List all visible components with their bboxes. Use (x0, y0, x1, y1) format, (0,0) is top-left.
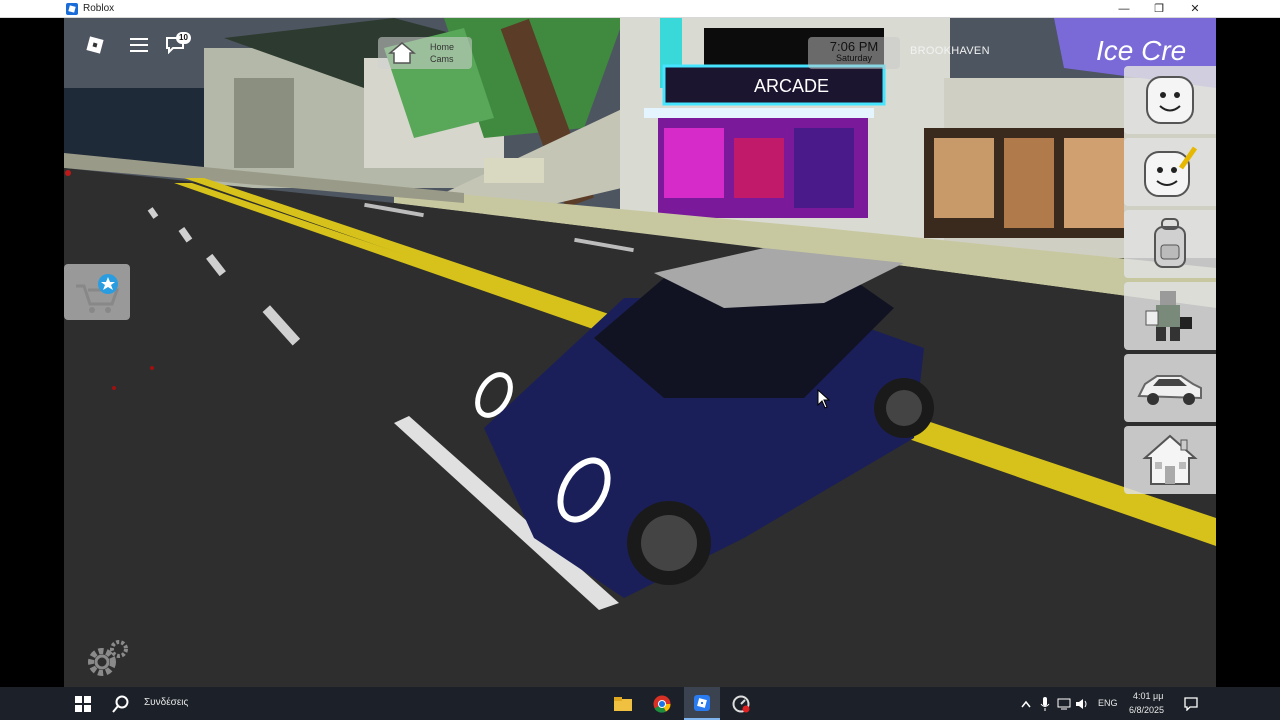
tray-network[interactable] (1056, 687, 1072, 720)
settings-button[interactable] (84, 638, 130, 680)
folder-icon (614, 696, 632, 711)
chevron-up-icon (1021, 700, 1031, 707)
window-titlebar: Roblox — ❐ ✕ (0, 0, 1280, 18)
game-clock: 7:06 PM Saturday (808, 37, 900, 69)
language-indicator[interactable]: ENG (1098, 698, 1118, 708)
clock-date[interactable]: 6/8/2025 (1129, 705, 1164, 715)
clock-time: 7:06 PM (829, 39, 879, 54)
search-button[interactable] (106, 687, 136, 720)
microphone-icon (1040, 696, 1050, 711)
window-title: Roblox (83, 3, 115, 14)
recorder-icon (732, 695, 750, 712)
place-name: BROOKHAVEN (910, 45, 990, 57)
tray-overflow-button[interactable] (1018, 687, 1034, 720)
search-icon (112, 695, 129, 713)
restore-button[interactable]: ❐ (1141, 0, 1177, 18)
close-button[interactable]: ✕ (1177, 0, 1213, 18)
game-scene: ARCADE Ice Cre (64, 18, 1216, 687)
clock-time[interactable]: 4:01 μμ (1133, 691, 1163, 701)
roleplay-character-icon (1145, 291, 1192, 341)
home-icon (388, 42, 416, 64)
chrome-icon (653, 695, 671, 713)
hamburger-menu-button[interactable] (124, 30, 154, 60)
roblox-taskbar-icon (694, 694, 710, 711)
home-cams-label-2: Cams (430, 54, 454, 64)
tray-microphone[interactable] (1037, 687, 1053, 720)
action-center-button[interactable] (1178, 687, 1204, 720)
home-cams-label-1: Home (430, 42, 455, 52)
side-roleplay-button[interactable] (1124, 282, 1216, 350)
arcade-sign: ARCADE (754, 76, 829, 96)
taskbar-chrome[interactable] (645, 687, 679, 720)
tray-volume[interactable] (1074, 687, 1090, 720)
car-icon (1137, 375, 1202, 405)
search-label[interactable]: Συνδέσεις (144, 697, 188, 708)
start-button[interactable] (66, 687, 100, 720)
backpack-icon (1154, 218, 1186, 268)
taskbar-file-explorer[interactable] (606, 687, 640, 720)
shopping-cart-icon (76, 274, 120, 313)
side-backpack-button[interactable] (1124, 210, 1216, 278)
speaker-icon (1076, 698, 1087, 709)
hamburger-icon (130, 38, 148, 52)
side-vehicle-button[interactable] (1124, 354, 1216, 422)
network-icon (1057, 698, 1071, 709)
windows-logo-icon (75, 695, 91, 712)
avatar-editor-icon (1144, 146, 1198, 197)
windows-taskbar: Συνδέσεις ENG 4:01 μμ 6/8/2025 (0, 687, 1280, 720)
game-viewport[interactable]: ARCADE Ice Cre (64, 18, 1216, 687)
roblox-logo-icon (86, 36, 104, 54)
side-menu (1124, 66, 1216, 498)
home-cams-button[interactable]: Home Cams (378, 37, 472, 69)
mouse-cursor-icon (817, 389, 831, 409)
shop-button[interactable] (64, 264, 130, 320)
side-avatar-button[interactable] (1124, 66, 1216, 134)
side-avatar-editor-button[interactable] (1124, 138, 1216, 206)
roblox-app-icon (66, 3, 78, 15)
roblox-menu-button[interactable] (80, 30, 110, 60)
clock-day: Saturday (835, 53, 873, 63)
taskbar-roblox[interactable] (684, 687, 720, 720)
chat-badge: 10 (176, 32, 191, 44)
side-house-button[interactable] (1124, 426, 1216, 494)
gear-icon (88, 640, 128, 676)
taskbar-recorder[interactable] (724, 687, 758, 720)
ice-cream-sign: Ice Cre (1096, 35, 1186, 66)
minimize-button[interactable]: — (1106, 0, 1142, 18)
house-icon (1142, 434, 1198, 485)
avatar-face-icon (1146, 76, 1194, 124)
notification-icon (1184, 696, 1198, 711)
